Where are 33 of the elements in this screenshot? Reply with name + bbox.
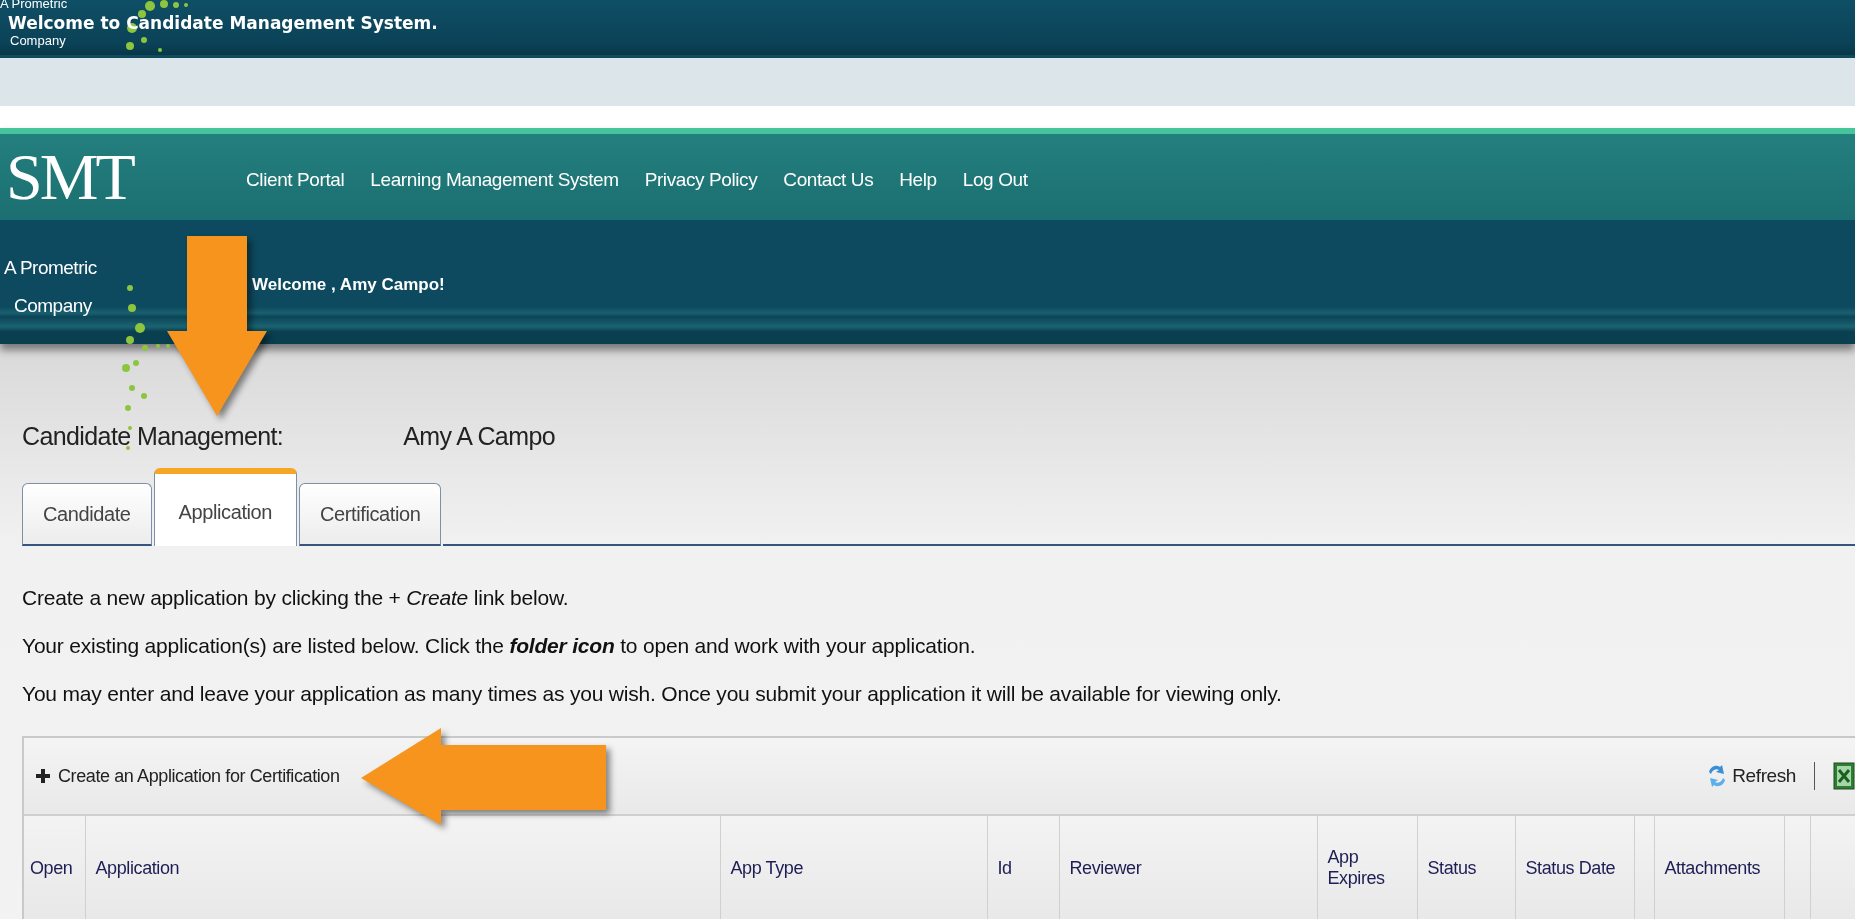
nav-link[interactable]: Privacy Policy <box>644 169 758 191</box>
banner-title: Welcome to Candidate Management System. <box>8 13 438 33</box>
logo-text: A Prometric <box>4 256 98 280</box>
tab[interactable]: Certification <box>299 483 442 546</box>
column-header[interactable]: Open <box>24 816 85 919</box>
logo-text: Company <box>13 294 93 318</box>
instruction-text: Create a new application by clicking the + Create link below. <box>22 585 570 611</box>
column-header[interactable]: Status <box>1417 816 1515 919</box>
refresh-button[interactable]: Refresh <box>1708 763 1796 789</box>
field-label: Candidate Management: <box>22 422 284 451</box>
nav-link[interactable]: Client Portal <box>246 169 345 191</box>
candidate-name: Amy A Campo <box>403 422 555 451</box>
column-header[interactable]: Reviewer <box>1059 816 1317 919</box>
column-header[interactable]: Status Date <box>1515 816 1634 919</box>
welcome-text: Welcome , Amy Campo! <box>252 275 445 295</box>
create-link[interactable]: Create an Application for Certification <box>36 765 340 787</box>
column-header[interactable]: App Expires <box>1317 816 1417 919</box>
nav-link[interactable]: Log Out <box>962 169 1028 191</box>
instruction-text: You may enter and leave your application as many times as you wish. Once you submit your application it will be available for viewing only. <box>22 681 1283 707</box>
instruction-text: Your existing application(s) are listed below. Click the folder icon to open and work with your application. <box>22 633 977 659</box>
nav-link[interactable]: Contact Us <box>783 169 874 191</box>
column-header[interactable]: Attachments <box>1654 816 1784 919</box>
plus-icon <box>36 769 50 783</box>
tab[interactable]: Application <box>153 468 298 546</box>
logo-text: Company <box>10 33 66 48</box>
refresh-icon <box>1708 763 1727 789</box>
spreadsheet-icon[interactable] <box>1833 762 1855 790</box>
column-header[interactable]: Id <box>987 816 1059 919</box>
column-header[interactable]: App Type <box>720 816 987 919</box>
nav-link[interactable]: Help <box>899 169 937 191</box>
nav-link[interactable]: Learning Management System <box>370 169 619 191</box>
tab[interactable]: Candidate <box>22 483 152 546</box>
column-header[interactable]: Application <box>85 816 720 919</box>
